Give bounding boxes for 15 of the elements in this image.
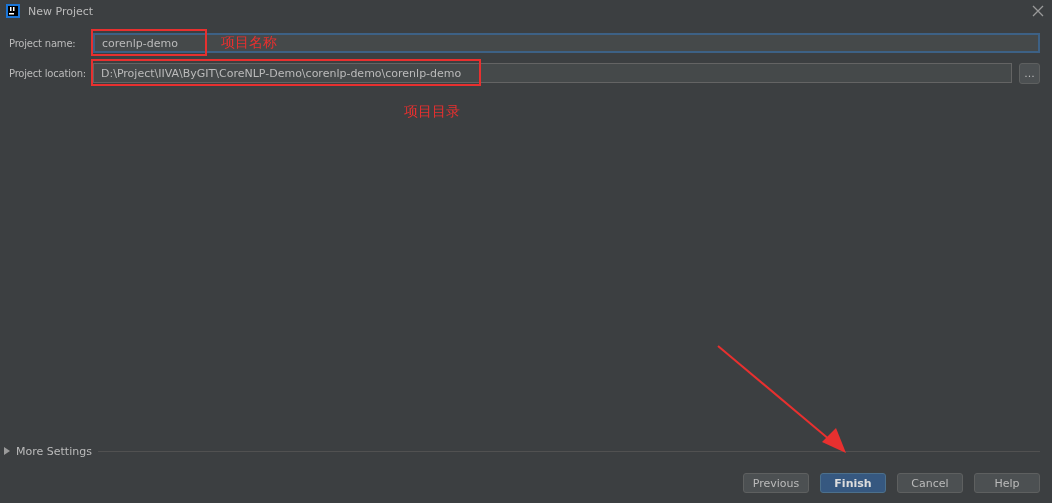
window-title: New Project bbox=[28, 4, 95, 18]
dialog-button[interactable]: Cancel bbox=[897, 473, 963, 493]
browse-button[interactable]: ... bbox=[1019, 62, 1040, 84]
annotation-note: 项目名称 bbox=[221, 34, 277, 52]
annotation-note: 项目目录 bbox=[404, 103, 460, 121]
expand-arrow-icon[interactable] bbox=[4, 447, 10, 455]
dialog-button[interactable]: Finish bbox=[820, 473, 886, 493]
field-label: Project location: bbox=[9, 67, 87, 79]
dialog-button[interactable]: Previous bbox=[743, 473, 809, 493]
field-label: Project name: bbox=[9, 37, 77, 49]
close-icon[interactable] bbox=[1032, 5, 1044, 17]
dialog-button[interactable]: Help bbox=[974, 473, 1040, 493]
more-settings-toggle[interactable]: More Settings bbox=[16, 444, 92, 458]
text-field[interactable]: D:\Project\IIVA\ByGIT\CoreNLP-Demo\corenlp-demo\corenlp-demo bbox=[93, 63, 1012, 83]
app-logo-icon bbox=[6, 4, 20, 18]
